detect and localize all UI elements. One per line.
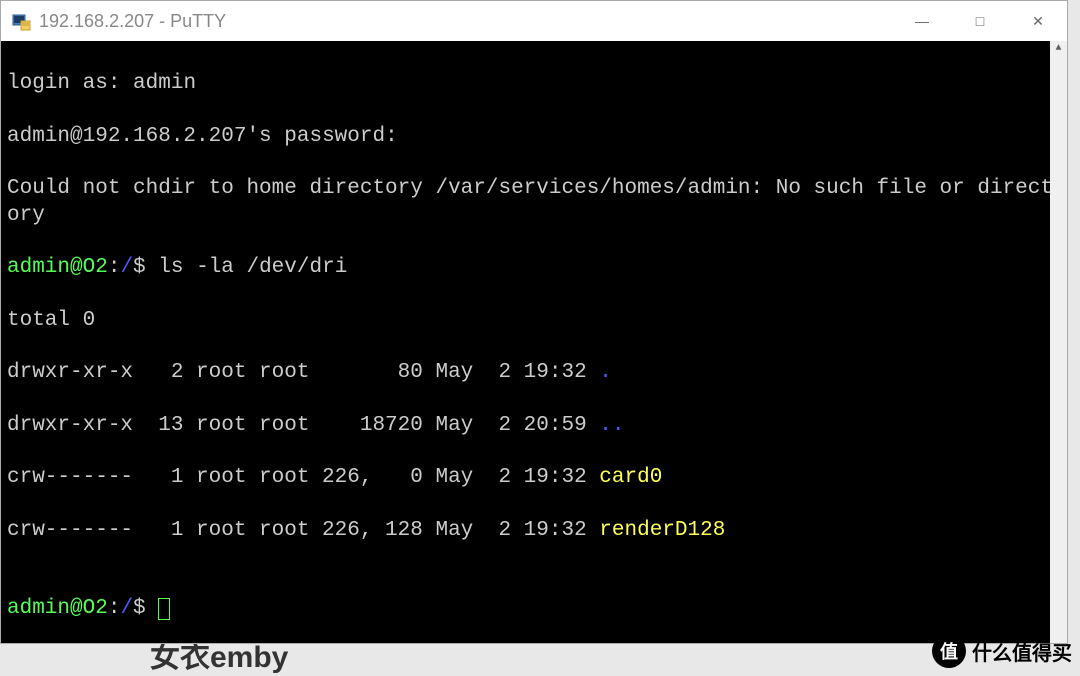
scrollbar-up-icon[interactable]: ▲	[1050, 41, 1067, 58]
watermark-text: 什么值得买	[972, 637, 1072, 666]
login-prompt: login as:	[7, 72, 133, 95]
error-line: Could not chdir to home directory /var/s…	[7, 176, 1061, 229]
ls-row-meta: drwxr-xr-x 2 root root 80 May 2 19:32	[7, 361, 599, 384]
terminal-content: login as: admin admin@192.168.2.207's pa…	[7, 45, 1061, 643]
ls-row-meta: crw------- 1 root root 226, 128 May 2 19…	[7, 519, 599, 542]
ls-row-meta: drwxr-xr-x 13 root root 18720 May 2 20:5…	[7, 414, 599, 437]
minimize-button[interactable]: —	[893, 1, 951, 41]
ls-row-filename: .	[599, 361, 612, 384]
prompt2-dollar: $	[133, 597, 158, 620]
password-prompt-user: admin@192.168.2.207	[7, 125, 246, 148]
password-prompt-suffix: 's password:	[246, 125, 397, 148]
window-controls: — □ ✕	[893, 1, 1067, 41]
ls-row: drwxr-xr-x 13 root root 18720 May 2 20:5…	[7, 413, 1061, 439]
ls-row-filename: card0	[599, 466, 662, 489]
ls-row: crw------- 1 root root 226, 0 May 2 19:3…	[7, 465, 1061, 491]
maximize-button[interactable]: □	[951, 1, 1009, 41]
command1: ls -la /dev/dri	[158, 256, 347, 279]
watermark-icon: 值	[932, 634, 966, 668]
watermark: 值 什么值得买	[932, 634, 1072, 668]
putty-window: 192.168.2.207 - PuTTY — □ ✕ login as: ad…	[0, 0, 1068, 644]
prompt1-path: /	[120, 256, 133, 279]
terminal-cursor	[158, 598, 170, 620]
prompt2-user: admin@O2	[7, 597, 108, 620]
close-button[interactable]: ✕	[1009, 1, 1067, 41]
prompt1-sep: :	[108, 256, 121, 279]
window-titlebar[interactable]: 192.168.2.207 - PuTTY — □ ✕	[1, 1, 1067, 41]
scrollbar[interactable]: ▲	[1050, 41, 1067, 643]
putty-icon	[11, 11, 31, 31]
window-title: 192.168.2.207 - PuTTY	[39, 11, 893, 32]
ls-row-filename: renderD128	[599, 519, 725, 542]
prompt2-path: /	[120, 597, 133, 620]
login-user: admin	[133, 72, 196, 95]
terminal-area[interactable]: login as: admin admin@192.168.2.207's pa…	[1, 41, 1067, 643]
ls-row-filename: ..	[599, 414, 624, 437]
ls-row: crw------- 1 root root 226, 128 May 2 19…	[7, 518, 1061, 544]
prompt1-user: admin@O2	[7, 256, 108, 279]
prompt1-dollar: $	[133, 256, 158, 279]
ls-row: drwxr-xr-x 2 root root 80 May 2 19:32 .	[7, 360, 1061, 386]
ls-row-meta: crw------- 1 root root 226, 0 May 2 19:3…	[7, 466, 599, 489]
total-line: total 0	[7, 308, 1061, 334]
prompt2-sep: :	[108, 597, 121, 620]
